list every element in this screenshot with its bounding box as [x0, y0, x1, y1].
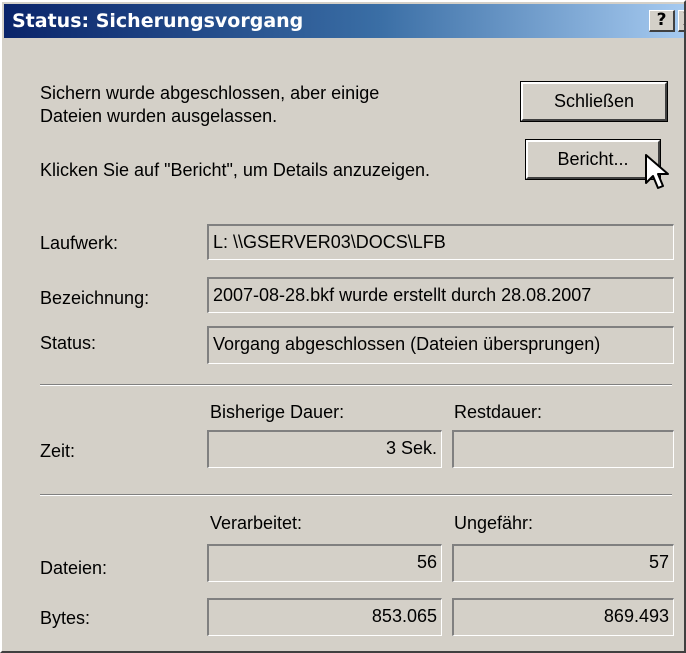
message-line-2: Dateien wurden ausgelassen.: [40, 106, 278, 126]
message-line-1: Sichern wurde abgeschlossen, aber einige: [40, 83, 380, 103]
help-button[interactable]: ?: [649, 10, 675, 32]
elapsed-header: Bisherige Dauer:: [210, 402, 345, 422]
close-button[interactable]: Schließen: [520, 81, 668, 122]
name-field: 2007-08-28.bkf wurde erstellt durch 28.0…: [207, 277, 674, 313]
remaining-field: [452, 430, 674, 468]
files-label: Dateien:: [40, 558, 108, 578]
message-line-3: Klicken Sie auf "Bericht", um Details an…: [40, 160, 430, 180]
status-dialog: Status: Sicherungsvorgang ? X Sichern wu…: [0, 0, 686, 653]
name-label: Bezeichnung:: [40, 288, 150, 308]
processed-header: Verarbeitet:: [210, 513, 303, 533]
separator: [40, 384, 672, 386]
bytes-estimated-field: 869.493: [452, 598, 674, 636]
status-label: Status:: [40, 333, 97, 353]
files-processed-field: 56: [207, 544, 442, 582]
report-button[interactable]: Bericht...: [525, 139, 661, 180]
window-title: Status: Sicherungsvorgang: [12, 10, 304, 32]
bytes-processed-field: 853.065: [207, 598, 442, 636]
mouse-pointer-icon: [645, 154, 669, 189]
bytes-label: Bytes:: [40, 608, 91, 628]
separator: [40, 494, 672, 496]
estimated-header: Ungefähr:: [454, 513, 534, 533]
title-bar: Status: Sicherungsvorgang ? X: [4, 4, 684, 38]
status-field: Vorgang abgeschlossen (Dateien übersprun…: [207, 326, 674, 364]
drive-label: Laufwerk:: [40, 233, 119, 253]
files-estimated-field: 57: [452, 544, 674, 582]
drive-field: L: \\GSERVER03\DOCS\LFB: [207, 224, 674, 260]
time-label: Zeit:: [40, 441, 76, 461]
remaining-header: Restdauer:: [454, 402, 543, 422]
close-window-button[interactable]: X: [678, 10, 684, 32]
elapsed-field: 3 Sek.: [207, 430, 442, 468]
